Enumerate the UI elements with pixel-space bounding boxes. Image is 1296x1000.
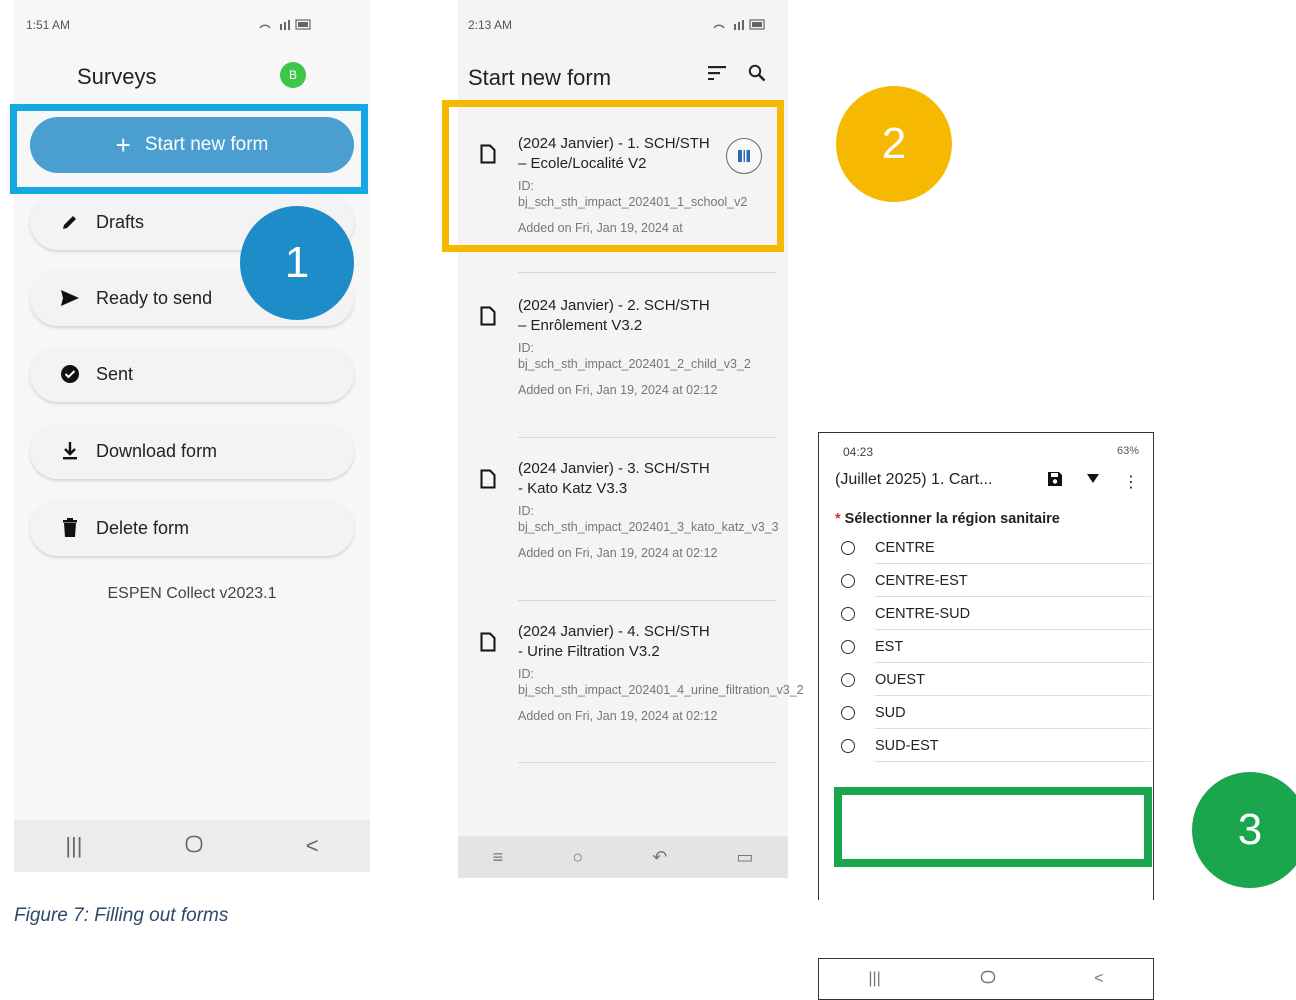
home-icon[interactable] (980, 970, 996, 989)
download-form-button[interactable]: Download form (30, 423, 354, 479)
radio-option[interactable]: OUEST (841, 663, 1141, 696)
radio-button[interactable] (841, 738, 855, 753)
rotate-icon[interactable]: ▭ (736, 847, 753, 868)
form-title: (2024 Janvier) - 3. SCH/STH - Kato Katz … (518, 460, 710, 497)
signal-icon[interactable] (1085, 471, 1101, 492)
form-title: (Juillet 2025) 1. Cart... (835, 471, 993, 488)
download-form-label: Download form (96, 440, 218, 461)
option-divider (875, 761, 1151, 762)
radio-option[interactable]: SUD (841, 696, 1141, 729)
status-time: 1:51 AM (26, 18, 71, 32)
option-label: SUD-EST (875, 737, 939, 754)
app-version: ESPEN Collect v2023.1 (107, 585, 277, 602)
question-text: Sélectionner la région sanitaire (844, 511, 1060, 527)
radio-button[interactable] (841, 705, 855, 720)
status-time: 2:13 AM (468, 18, 513, 32)
option-label: CENTRE-SUD (875, 605, 971, 622)
document-icon (480, 632, 496, 652)
android-nav-bar: ||| < (14, 820, 370, 872)
form-list-item[interactable]: (2024 Janvier) - 4. SCH/STH - Urine Filt… (458, 622, 804, 752)
page-title: Start new form (468, 65, 612, 90)
menu-icon[interactable]: ≡ (493, 847, 504, 868)
form-added-date: Added on Fri, Jan 19, 2024 at 02:12 (518, 709, 718, 723)
figure-caption: Figure 7: Filling out forms (14, 905, 229, 926)
list-divider (518, 272, 776, 273)
form-list-item[interactable]: (2024 Janvier) - 3. SCH/STH - Kato Katz … (458, 459, 779, 589)
check-circle-icon (60, 364, 80, 384)
required-marker: * (835, 511, 841, 527)
option-label: CENTRE-EST (875, 572, 968, 589)
form-added-date: Added on Fri, Jan 19, 2024 at 02:12 (518, 546, 718, 560)
signal-battery-icon (259, 19, 311, 30)
step-badge-1: 1 (240, 206, 354, 320)
form-id: ID: bj_sch_sth_impact_202401_2_child_v3_… (518, 341, 751, 371)
form-title: (2024 Janvier) - 4. SCH/STH - Urine Filt… (518, 623, 710, 660)
radio-button[interactable] (841, 573, 855, 588)
radio-option[interactable]: CENTRE-EST (841, 564, 1141, 597)
radio-option[interactable]: CENTRE-SUD (841, 597, 1141, 630)
sent-button[interactable]: Sent (30, 346, 354, 402)
status-icons (712, 18, 768, 35)
form-added-date: Added on Fri, Jan 19, 2024 at 02:12 (518, 383, 718, 397)
form-title: (2024 Janvier) - 2. SCH/STH – Enrôlement… (518, 297, 710, 334)
radio-button[interactable] (841, 606, 855, 621)
status-icons (258, 18, 314, 35)
radio-button[interactable] (841, 672, 855, 687)
home-icon[interactable]: ○ (572, 847, 583, 868)
delete-form-button[interactable]: Delete form (30, 500, 354, 556)
page-title: Surveys (77, 64, 157, 89)
battery-percentage: 63% (1116, 445, 1139, 457)
form-id: ID: bj_sch_sth_impact_202401_4_urine_fil… (518, 667, 804, 697)
recent-apps-icon[interactable]: ||| (65, 833, 82, 859)
status-time: 04:23 (843, 445, 874, 459)
download-icon (60, 441, 80, 461)
document-icon (480, 469, 496, 489)
trash-icon (60, 518, 80, 538)
sort-icon[interactable] (708, 66, 726, 85)
option-label: EST (875, 638, 904, 655)
recent-apps-icon[interactable]: ||| (868, 970, 880, 988)
drafts-label: Drafts (96, 211, 145, 232)
document-icon (480, 306, 496, 326)
more-options-icon[interactable]: ⋮ (1123, 472, 1139, 492)
signal-battery-icon (713, 19, 765, 30)
form-id: ID: bj_sch_sth_impact_202401_3_kato_katz… (518, 504, 779, 534)
android-nav-bar: ||| < (818, 958, 1154, 1000)
back-icon[interactable]: < (1094, 970, 1103, 988)
option-label: OUEST (875, 671, 925, 688)
radio-button[interactable] (841, 540, 855, 555)
ready-to-send-label: Ready to send (96, 287, 213, 308)
avatar[interactable]: B (280, 62, 306, 88)
list-divider (518, 762, 776, 763)
home-icon[interactable] (185, 833, 203, 859)
send-icon (60, 288, 80, 308)
form-list-item[interactable]: (2024 Janvier) - 2. SCH/STH – Enrôlement… (458, 296, 776, 426)
highlight-empty-area (834, 787, 1152, 867)
save-icon[interactable] (1047, 471, 1063, 492)
highlight-start-new-form (10, 104, 368, 194)
step-badge-2: 2 (836, 86, 952, 202)
radio-option[interactable]: CENTRE (841, 531, 1141, 564)
highlight-first-form (442, 100, 784, 252)
radio-button[interactable] (841, 639, 855, 654)
option-label: SUD (875, 704, 906, 721)
delete-form-label: Delete form (96, 517, 190, 538)
list-divider (518, 437, 776, 438)
question-label: * Sélectionner la région sanitaire (835, 511, 1060, 527)
back-icon[interactable]: < (306, 833, 319, 859)
radio-option[interactable]: SUD-EST (841, 729, 1141, 762)
back-icon[interactable]: ↶ (652, 847, 667, 868)
step-badge-3: 3 (1192, 772, 1296, 888)
option-label: CENTRE (875, 539, 935, 556)
sent-label: Sent (96, 363, 134, 384)
radio-option[interactable]: EST (841, 630, 1141, 663)
toolbar-actions (708, 64, 766, 87)
android-nav-bar: ≡ ○ ↶ ▭ (458, 836, 788, 878)
list-divider (518, 600, 776, 601)
pencil-icon (60, 212, 80, 232)
search-icon[interactable] (748, 64, 766, 87)
form-toolbar: ⋮ (1047, 471, 1139, 492)
